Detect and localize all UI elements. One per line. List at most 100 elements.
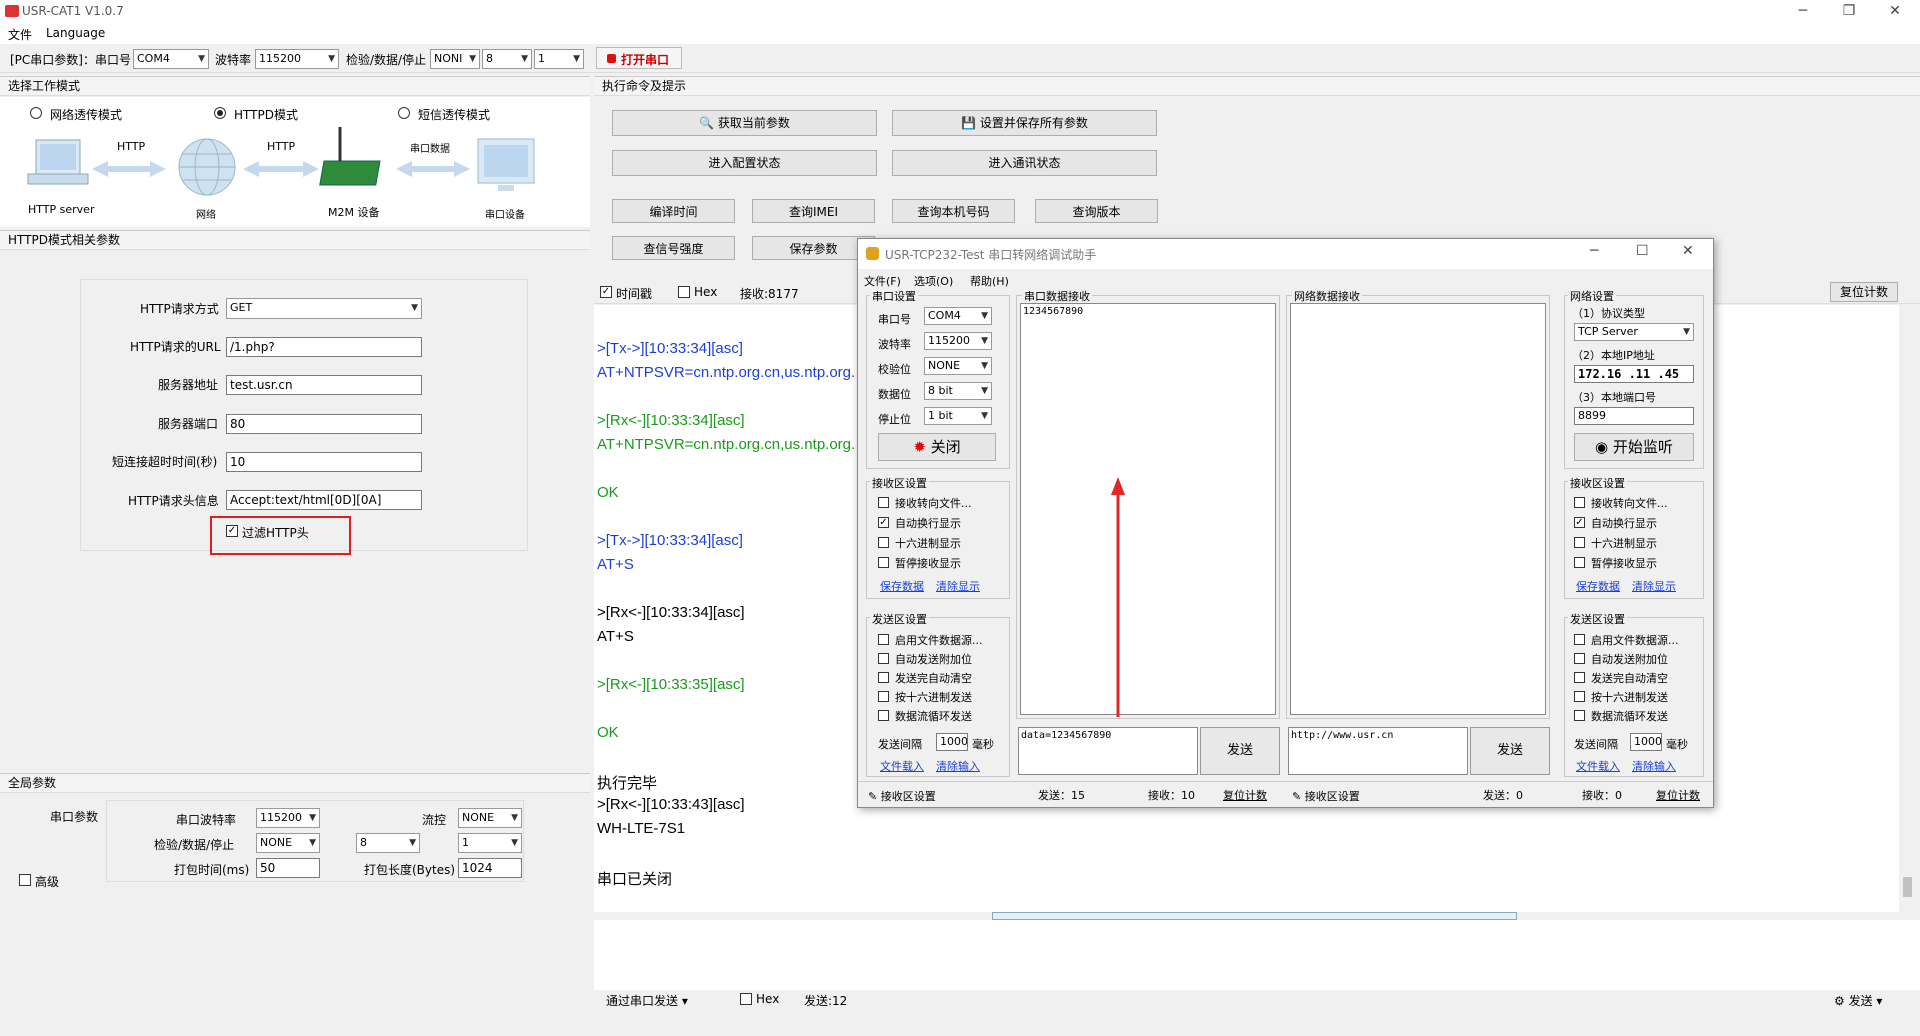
clear-display-link[interactable]: 清除显示 xyxy=(936,578,980,594)
net-recv-opt-checkbox-0[interactable] xyxy=(1574,497,1585,508)
send-opt-checkbox-0[interactable] xyxy=(878,634,889,645)
enter-comm-button[interactable]: 进入通讯状态 xyxy=(892,150,1157,176)
server-port-input[interactable]: 80 xyxy=(226,414,422,434)
net-clear-input-link[interactable]: 清除输入 xyxy=(1632,758,1676,774)
minimize-icon[interactable]: ─ xyxy=(1780,0,1826,24)
flow-select[interactable]: NONE ▼ xyxy=(458,808,522,828)
server-input[interactable]: test.usr.cn xyxy=(226,375,422,395)
dlg-port-select[interactable]: COM4 ▼ xyxy=(924,307,992,325)
send-opt-checkbox-1[interactable] xyxy=(878,653,889,664)
mode-radio-2[interactable] xyxy=(398,107,410,119)
serial-recv-area[interactable]: 1234567890 xyxy=(1020,303,1276,715)
send-button[interactable]: ⚙ 发送 ▾ xyxy=(1834,992,1882,1009)
timestamp-checkbox[interactable]: ✓ xyxy=(600,286,612,298)
query-signal-button[interactable]: 查信号强度 xyxy=(612,236,735,260)
mode-radio-1[interactable] xyxy=(214,107,226,119)
pack-len-input[interactable]: 1024 xyxy=(458,858,522,878)
send-opt-checkbox-4[interactable] xyxy=(878,710,889,721)
global-databits-select[interactable]: 8 ▼ xyxy=(356,833,420,853)
request-header-input[interactable]: Accept:text/html[0D][0A] xyxy=(226,490,422,510)
start-listen-button[interactable]: ◉ 开始监听 xyxy=(1574,433,1694,461)
restore-icon[interactable]: ❐ xyxy=(1826,0,1872,24)
status-recv-settings-right[interactable]: ✎ 接收区设置 xyxy=(1292,788,1360,804)
parity-select[interactable]: NONI ▼ xyxy=(430,49,480,69)
send-opt-checkbox-3[interactable] xyxy=(878,691,889,702)
net-send-opt-checkbox-2[interactable] xyxy=(1574,672,1585,683)
global-stopbits-select[interactable]: 1 ▼ xyxy=(458,833,522,853)
port-select[interactable]: COM4 ▼ xyxy=(133,49,209,69)
menu-language[interactable]: Language xyxy=(46,26,105,40)
method-select[interactable]: GET ▼ xyxy=(226,298,422,319)
left-reset-count[interactable]: 复位计数 xyxy=(1223,787,1267,803)
net-recv-opt-checkbox-2[interactable] xyxy=(1574,537,1585,548)
global-parity-select[interactable]: NONE ▼ xyxy=(256,833,320,853)
recv-opt-checkbox-2[interactable] xyxy=(878,537,889,548)
dialog-minimize-icon[interactable]: ─ xyxy=(1590,243,1598,259)
enter-config-button[interactable]: 进入配置状态 xyxy=(612,150,877,176)
send-area[interactable] xyxy=(594,920,1920,990)
log-scrollbar[interactable] xyxy=(1899,305,1916,912)
mode-option-1[interactable]: HTTPD模式 xyxy=(234,106,298,123)
send-via-dropdown[interactable]: 通过串口发送 ▾ xyxy=(606,992,688,1009)
net-send-button[interactable]: 发送 xyxy=(1470,727,1550,775)
dialog-menu-options[interactable]: 选项(O) xyxy=(914,273,953,289)
interval-input[interactable]: 1000 xyxy=(936,733,968,751)
query-version-button[interactable]: 查询版本 xyxy=(1035,199,1158,223)
net-save-data-link[interactable]: 保存数据 xyxy=(1576,578,1620,594)
dlg-data-select[interactable]: 8 bit ▼ xyxy=(924,382,992,400)
reset-count-button[interactable]: 复位计数 xyxy=(1830,282,1898,302)
pack-time-input[interactable]: 50 xyxy=(256,858,320,878)
databits-select[interactable]: 8 ▼ xyxy=(482,49,532,69)
net-send-opt-checkbox-1[interactable] xyxy=(1574,653,1585,664)
dlg-parity-select[interactable]: NONE ▼ xyxy=(924,357,992,375)
file-load-link[interactable]: 文件载入 xyxy=(880,758,924,774)
net-send-input[interactable]: http://www.usr.cn xyxy=(1288,727,1468,775)
right-reset-count[interactable]: 复位计数 xyxy=(1656,787,1700,803)
dlg-baud-select[interactable]: 115200 ▼ xyxy=(924,332,992,350)
baud-select[interactable]: 115200 ▼ xyxy=(255,49,339,69)
save-data-link[interactable]: 保存数据 xyxy=(880,578,924,594)
recv-opt-checkbox-1[interactable]: ✓ xyxy=(878,517,889,528)
net-recv-area[interactable] xyxy=(1290,303,1546,715)
status-recv-settings-left[interactable]: ✎ 接收区设置 xyxy=(868,788,936,804)
recv-opt-checkbox-0[interactable] xyxy=(878,497,889,508)
advanced-checkbox[interactable] xyxy=(19,874,31,886)
clear-input-link[interactable]: 清除输入 xyxy=(936,758,980,774)
port2-input[interactable]: 8899 xyxy=(1574,407,1694,425)
menu-file[interactable]: 文件 xyxy=(8,26,32,43)
filter-http-checkbox[interactable]: ✓ xyxy=(226,525,238,537)
net-recv-opt-checkbox-3[interactable] xyxy=(1574,557,1585,568)
dlg-close-port-button[interactable]: ✹ 关闭 xyxy=(878,433,996,461)
dlg-stop-select[interactable]: 1 bit ▼ xyxy=(924,407,992,425)
mode-radio-0[interactable] xyxy=(30,107,42,119)
recv-opt-checkbox-3[interactable] xyxy=(878,557,889,568)
ip-input[interactable]: 172.16 .11 .45 xyxy=(1574,365,1694,383)
query-imei-button[interactable]: 查询IMEI xyxy=(752,199,875,223)
dialog-maximize-icon[interactable]: ☐ xyxy=(1636,243,1649,259)
net-file-load-link[interactable]: 文件载入 xyxy=(1576,758,1620,774)
open-port-button[interactable]: 打开串口 xyxy=(596,47,682,69)
scrollbar-thumb[interactable] xyxy=(1903,877,1912,897)
hex-checkbox[interactable] xyxy=(678,286,690,298)
net-send-opt-checkbox-3[interactable] xyxy=(1574,691,1585,702)
get-params-button[interactable]: 🔍 获取当前参数 xyxy=(612,110,877,136)
mode-option-0[interactable]: 网络透传模式 xyxy=(50,106,122,123)
net-interval-input[interactable]: 1000 xyxy=(1630,733,1662,751)
protocol-select[interactable]: TCP Server ▼ xyxy=(1574,323,1694,341)
send-hex-checkbox[interactable] xyxy=(740,993,752,1005)
splitter[interactable] xyxy=(992,912,1517,920)
mode-option-2[interactable]: 短信透传模式 xyxy=(418,106,490,123)
serial-send-button[interactable]: 发送 xyxy=(1200,727,1280,775)
net-send-opt-checkbox-4[interactable] xyxy=(1574,710,1585,721)
compile-time-button[interactable]: 编译时间 xyxy=(612,199,735,223)
net-recv-opt-checkbox-1[interactable]: ✓ xyxy=(1574,517,1585,528)
stopbits-select[interactable]: 1 ▼ xyxy=(534,49,584,69)
url-input[interactable]: /1.php? xyxy=(226,337,422,357)
dialog-close-icon[interactable]: ✕ xyxy=(1682,243,1694,259)
net-clear-display-link[interactable]: 清除显示 xyxy=(1632,578,1676,594)
query-number-button[interactable]: 查询本机号码 xyxy=(892,199,1015,223)
dialog-menu-help[interactable]: 帮助(H) xyxy=(970,273,1009,289)
dialog-menu-file[interactable]: 文件(F) xyxy=(864,273,901,289)
set-save-button[interactable]: 💾 设置并保存所有参数 xyxy=(892,110,1157,136)
timeout-input[interactable]: 10 xyxy=(226,452,422,472)
